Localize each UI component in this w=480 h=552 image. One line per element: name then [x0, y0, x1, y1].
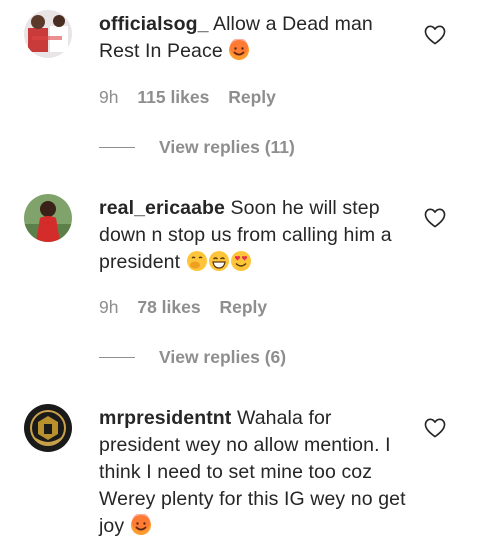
reply-button[interactable]: Reply: [228, 87, 276, 107]
avatar[interactable]: [24, 194, 72, 242]
avatar[interactable]: [24, 10, 72, 58]
face-with-hand-over-mouth-emoji: [186, 250, 208, 280]
heart-outline-icon: [424, 208, 446, 228]
comment-likes[interactable]: 78 likes: [137, 297, 200, 317]
comment-text: mrpresidentnt Wahala for president wey n…: [99, 405, 411, 544]
comment-meta: 9h 115 likes Reply: [99, 85, 276, 109]
view-replies-button[interactable]: View replies (6): [99, 345, 286, 369]
comment-time: 9h: [99, 297, 119, 317]
comment-username[interactable]: mrpresidentnt: [99, 407, 231, 429]
divider: [99, 356, 135, 359]
grinning-face-emoji: [208, 250, 230, 280]
hot-face-emoji: [130, 513, 152, 544]
comment-likes[interactable]: 115 likes: [137, 87, 209, 107]
comment-meta: 9h 78 likes Reply: [99, 295, 267, 319]
comment-username[interactable]: officialsog_: [99, 13, 209, 35]
comment-time: 9h: [99, 87, 119, 107]
heart-outline-icon: [424, 418, 446, 438]
view-replies-button[interactable]: View replies (11): [99, 135, 295, 159]
view-replies-label: View replies (11): [159, 137, 295, 157]
like-comment-button[interactable]: [424, 208, 446, 228]
comment-username[interactable]: real_ericaabe: [99, 197, 225, 219]
comment-text: officialsog_ Allow a Dead man Rest In Pe…: [99, 11, 411, 69]
reply-button[interactable]: Reply: [219, 297, 267, 317]
view-replies-label: View replies (6): [159, 347, 287, 367]
like-comment-button[interactable]: [424, 418, 446, 438]
avatar[interactable]: [24, 404, 72, 452]
like-comment-button[interactable]: [424, 25, 446, 45]
comment-text: real_ericaabe Soon he will step down n s…: [99, 195, 411, 280]
divider: [99, 146, 135, 149]
heart-outline-icon: [424, 25, 446, 45]
smiling-face-with-heart-eyes-emoji: [230, 250, 252, 280]
hot-face-emoji: [228, 38, 250, 69]
